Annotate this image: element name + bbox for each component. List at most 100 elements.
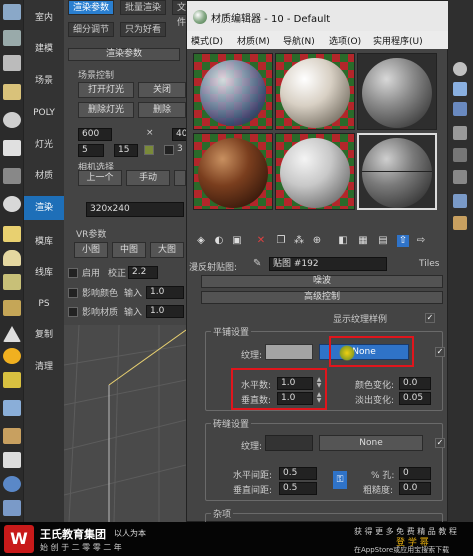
sun-icon[interactable] — [3, 348, 21, 364]
cone-icon[interactable] — [3, 326, 21, 342]
small-image-button[interactable]: 小图 — [74, 242, 108, 258]
color-variation-field[interactable]: 0.0 — [399, 377, 431, 390]
delete-lights-button[interactable]: 删除灯光 — [78, 102, 134, 118]
globe-icon[interactable] — [3, 476, 21, 492]
show-texture-checkbox[interactable]: ✓ — [425, 313, 435, 323]
value-field-1[interactable]: 5 — [78, 144, 104, 157]
menu-navigation[interactable]: 导航(N) — [283, 34, 315, 47]
sphere-icon[interactable] — [3, 196, 21, 212]
large-image-button[interactable]: 大图 — [150, 242, 184, 258]
render-params-header[interactable]: 渲染参数 — [68, 48, 180, 61]
material-slot-3[interactable] — [357, 53, 437, 130]
show-map-icon[interactable]: ▦ — [357, 235, 369, 247]
target-icon[interactable] — [3, 168, 21, 184]
file-icon[interactable] — [3, 55, 21, 71]
menu-mode[interactable]: 模式(D) — [191, 34, 223, 47]
tab-batch-render[interactable]: 批量渲染 — [120, 0, 167, 15]
medium-image-button[interactable]: 中图 — [112, 242, 146, 258]
background-icon[interactable] — [453, 102, 467, 116]
category-line-library[interactable]: 线库 — [24, 266, 64, 280]
material-id-icon[interactable]: ◧ — [337, 235, 349, 247]
vase-icon[interactable] — [3, 300, 21, 316]
menu-utilities[interactable]: 实用程序(U) — [373, 34, 423, 47]
layer-icon[interactable] — [3, 30, 21, 46]
sample-type-icon[interactable] — [453, 62, 467, 76]
category-model-library[interactable]: 模库 — [24, 235, 64, 249]
put-to-scene-icon[interactable]: ◐ — [213, 235, 225, 247]
get-material-icon[interactable]: ◈ — [195, 235, 207, 247]
mail-icon[interactable] — [3, 452, 21, 468]
backlight-icon[interactable] — [453, 82, 467, 96]
put-library-icon[interactable]: ⊕ — [311, 235, 323, 247]
tile-texture-checkbox[interactable]: ✓ — [435, 347, 445, 357]
snap-icon[interactable] — [3, 4, 21, 20]
menu-options[interactable]: 选项(O) — [329, 34, 361, 47]
category-interior[interactable]: 室内 — [24, 11, 64, 25]
show-end-icon[interactable]: ▤ — [377, 235, 389, 247]
category-lighting[interactable]: 灯光 — [24, 138, 64, 152]
prev-camera-button[interactable]: 上一个 — [78, 170, 122, 186]
select-by-material-icon[interactable] — [453, 216, 467, 230]
fade-variation-field[interactable]: 0.05 — [399, 392, 431, 405]
swatch[interactable] — [144, 145, 154, 155]
input2-field[interactable]: 1.0 — [146, 305, 184, 318]
input-field[interactable]: 1.0 — [146, 286, 184, 299]
material-slot-2[interactable] — [275, 53, 355, 130]
material-slot-5[interactable] — [275, 133, 355, 210]
light-bulb-icon[interactable] — [3, 112, 21, 128]
affect-material-checkbox[interactable] — [68, 307, 78, 317]
category-modeling[interactable]: 建模 — [24, 42, 64, 56]
viewport[interactable] — [64, 325, 186, 522]
category-render[interactable]: 渲染 — [24, 196, 64, 220]
vertical-gap-field[interactable]: 0.5 — [279, 482, 317, 495]
correction-field[interactable]: 2.2 — [128, 266, 158, 279]
value-field-2[interactable]: 15 — [114, 144, 138, 157]
unique-icon[interactable]: ⁂ — [293, 235, 305, 247]
grout-texture-none-button[interactable]: None — [319, 435, 423, 451]
map-name-field[interactable]: 贴图 #192 — [269, 257, 387, 271]
box-icon[interactable] — [3, 226, 21, 242]
make-preview-icon[interactable] — [453, 170, 467, 184]
noise-rollout[interactable]: 噪波 — [201, 275, 443, 288]
ball-icon[interactable] — [3, 140, 21, 156]
width-field[interactable]: 600 — [78, 128, 112, 141]
options-icon[interactable] — [453, 194, 467, 208]
roughness-field[interactable]: 0.0 — [399, 482, 431, 495]
delete-button[interactable]: 删除 — [138, 102, 186, 118]
category-scene[interactable]: 场景 — [24, 74, 64, 88]
material-slot-6-selected[interactable] — [357, 133, 437, 210]
grout-texture-checkbox[interactable]: ✓ — [435, 438, 445, 448]
assign-icon[interactable]: ▣ — [231, 235, 243, 247]
category-cleanup[interactable]: 清理 — [24, 360, 64, 374]
tools-icon[interactable] — [3, 428, 21, 444]
help-icon[interactable] — [3, 500, 21, 516]
camera-extra-button[interactable] — [174, 170, 186, 186]
helper-icon[interactable] — [3, 274, 21, 290]
eyedropper-icon[interactable]: ✎ — [253, 258, 263, 270]
go-parent-icon[interactable]: ⇧ — [397, 235, 409, 247]
category-ps[interactable]: PS — [24, 297, 64, 311]
menu-material[interactable]: 材质(M) — [237, 34, 270, 47]
video-check-icon[interactable] — [453, 148, 467, 162]
category-material[interactable]: 材质 — [24, 169, 64, 183]
key-icon[interactable] — [3, 84, 21, 100]
manual-button[interactable]: 手动 — [126, 170, 170, 186]
category-poly[interactable]: POLY — [24, 106, 64, 120]
lamp-icon[interactable] — [3, 372, 21, 388]
category-copy[interactable]: 复制 — [24, 328, 64, 342]
go-sibling-icon[interactable]: ⇨ — [415, 235, 427, 247]
particles-icon[interactable] — [3, 400, 21, 416]
open-lights-button[interactable]: 打开灯光 — [78, 82, 134, 98]
enable-checkbox[interactable] — [68, 268, 78, 278]
tab-subdivision[interactable]: 细分调节 — [68, 22, 115, 37]
dome-icon[interactable] — [3, 250, 21, 266]
advanced-controls-rollout[interactable]: 高级控制 — [201, 291, 443, 304]
tile-color-swatch[interactable] — [265, 344, 313, 360]
material-slot-1[interactable] — [193, 53, 273, 130]
material-slot-4[interactable] — [193, 133, 273, 210]
close-lights-button[interactable]: 关闭 — [138, 82, 186, 98]
checkbox-3[interactable] — [164, 145, 174, 155]
holes-field[interactable]: 0 — [399, 467, 431, 480]
tab-render-params[interactable]: 渲染参数 — [68, 0, 115, 15]
delete-icon[interactable]: ✕ — [255, 235, 267, 247]
